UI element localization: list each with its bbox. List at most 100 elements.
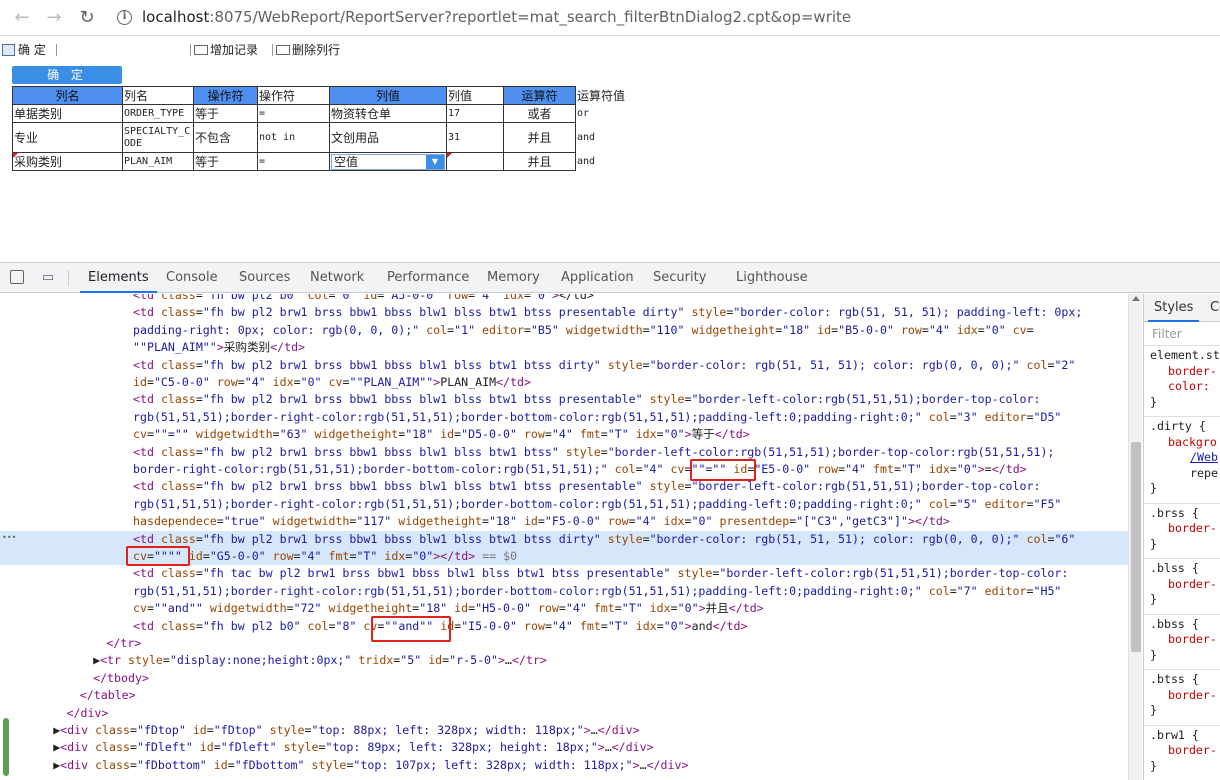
tab-divider: [68, 270, 69, 286]
dom-tree-line[interactable]: <td class="fh bw pl2 b0" col="0" id="A5-…: [0, 294, 1128, 304]
dom-tree-line[interactable]: ""PLAN_AIM"">采购类别</td>: [0, 339, 1128, 356]
url-host: localhost: [142, 8, 209, 26]
header-cell: 列名: [13, 87, 123, 105]
style-value[interactable]: repe: [1150, 466, 1220, 482]
style-property[interactable]: border-: [1150, 632, 1220, 648]
style-selector[interactable]: element.st: [1150, 348, 1220, 362]
style-property[interactable]: color:: [1150, 379, 1220, 395]
dom-tree-line[interactable]: cv=""and"" widgetwidth="72" widgetheight…: [0, 600, 1128, 617]
tab-network[interactable]: Network: [310, 270, 364, 285]
table-header-row: 列名 列名 操作符 操作符 列值 列值 运算符 运算符值: [13, 87, 632, 105]
dom-tree[interactable]: <td class="fh bw pl2 b0" col="0" id="A5-…: [0, 294, 1128, 780]
style-property[interactable]: border-: [1150, 743, 1220, 759]
operator-cell[interactable]: 等于: [194, 105, 258, 123]
dom-tree-line[interactable]: hasdependece="true" widgetwidth="117" wi…: [0, 513, 1128, 530]
add-row-icon: [194, 45, 208, 55]
tab-styles[interactable]: Styles: [1154, 300, 1193, 315]
dom-tree-line[interactable]: <td class="fh bw pl2 brw1 brss bbw1 bbss…: [0, 444, 1128, 461]
column-value-cell[interactable]: 空值▼: [330, 153, 447, 171]
back-arrow-icon[interactable]: ←: [10, 6, 34, 30]
style-selector[interactable]: .bbss {: [1150, 617, 1199, 631]
style-selector[interactable]: .btss {: [1150, 672, 1199, 686]
dom-tree-line[interactable]: </table>: [0, 687, 1128, 704]
dom-tree-line[interactable]: ▶<tr style="display:none;height:0px;" tr…: [0, 652, 1128, 669]
dom-tree-line[interactable]: rgb(51,51,51);border-right-color:rgb(51,…: [0, 496, 1128, 513]
tab-sources[interactable]: Sources: [239, 270, 290, 285]
filter-table: 列名 列名 操作符 操作符 列值 列值 运算符 运算符值 单据类别 ORDER_…: [12, 86, 632, 171]
style-selector[interactable]: .brw1 {: [1150, 728, 1199, 742]
reload-icon[interactable]: ↻: [75, 6, 99, 30]
dom-tree-line[interactable]: <td class="fh bw pl2 brw1 brss bbw1 bbss…: [0, 304, 1128, 321]
dom-tree-line[interactable]: rgb(51,51,51);border-right-color:rgb(51,…: [0, 583, 1128, 600]
dom-tree-line[interactable]: </tr>: [0, 635, 1128, 652]
tab-application[interactable]: Application: [561, 270, 634, 285]
operator-cell[interactable]: 不包含: [194, 123, 258, 153]
highlight-annotation-box: [371, 616, 451, 642]
dom-tree-line[interactable]: ▶<div class="fDleft" id="fDleft" style="…: [0, 739, 1128, 756]
chevron-down-icon[interactable]: ▼: [426, 155, 444, 169]
delete-row-button[interactable]: 删除列行: [276, 41, 340, 58]
add-record-button[interactable]: 增加记录: [194, 41, 258, 58]
column-name-cell[interactable]: 专业: [13, 123, 123, 153]
dom-tree-line[interactable]: </div>: [0, 705, 1128, 722]
column-value-cell[interactable]: 文创用品: [330, 123, 447, 153]
site-info-icon[interactable]: i: [117, 10, 132, 25]
operator-cell[interactable]: 等于: [194, 153, 258, 171]
dom-tree-scrollbar[interactable]: [1128, 294, 1142, 780]
dom-tree-line[interactable]: <td class="fh bw pl2 brw1 brss bbw1 bbss…: [0, 391, 1128, 408]
dom-tree-line[interactable]: <td class="fh bw pl2 brw1 brss bbw1 bbss…: [0, 357, 1128, 374]
tab-lighthouse[interactable]: Lighthouse: [736, 270, 808, 285]
style-selector[interactable]: .blss {: [1150, 561, 1199, 575]
tab-security[interactable]: Security: [653, 270, 706, 285]
scroll-up-icon[interactable]: [1132, 296, 1140, 301]
dom-tree-line[interactable]: ▶<div class="fDbottom" id="fDbottom" sty…: [0, 757, 1128, 774]
styles-tab-bar: Styles Co: [1144, 294, 1220, 322]
device-toolbar-icon[interactable]: ▭: [40, 270, 56, 286]
confirm-button[interactable]: 确 定: [12, 66, 122, 84]
toolbar-ok-button[interactable]: 确 定: [2, 41, 46, 58]
forward-arrow-icon[interactable]: →: [42, 6, 66, 30]
style-property[interactable]: border-: [1150, 577, 1220, 593]
style-property[interactable]: border-: [1150, 521, 1220, 537]
delete-row-icon: [276, 45, 290, 55]
styles-filter-input[interactable]: Filter: [1144, 322, 1220, 346]
node-actions-icon[interactable]: •••: [2, 529, 16, 546]
column-value-cell[interactable]: 物资转仓单: [330, 105, 447, 123]
scroll-thumb[interactable]: [1131, 442, 1141, 652]
style-property[interactable]: backgro: [1150, 435, 1220, 451]
column-name-cell[interactable]: 单据类别: [13, 105, 123, 123]
tab-elements[interactable]: Elements: [88, 270, 149, 285]
logic-operator-cell[interactable]: 并且: [504, 123, 576, 153]
column-name-cell[interactable]: 采购类别: [13, 153, 123, 171]
tab-performance[interactable]: Performance: [387, 270, 469, 285]
dom-tree-line[interactable]: <td class="fh tac bw pl2 brw1 brss bbw1 …: [0, 565, 1128, 582]
dom-tree-line[interactable]: <td class="fh bw pl2 brw1 brss bbw1 bbss…: [0, 478, 1128, 495]
url-field[interactable]: localhost:8075/WebReport/ReportServer?re…: [142, 8, 851, 26]
dom-tree-line[interactable]: ▶<div class="fDtop" id="fDtop" style="to…: [0, 722, 1128, 739]
tab-computed[interactable]: Co: [1210, 300, 1220, 315]
dom-tree-line[interactable]: cv=""="" widgetwidth="63" widgetheight="…: [0, 426, 1128, 443]
logic-operator-cell[interactable]: 并且: [504, 153, 576, 171]
tab-console[interactable]: Console: [166, 270, 218, 285]
style-resource-link[interactable]: /Web: [1150, 450, 1220, 466]
ok-icon: [2, 44, 15, 56]
style-rule: .bbss {border-}: [1144, 615, 1220, 671]
add-record-label: 增加记录: [210, 43, 258, 57]
dom-tree-line[interactable]: id="C5-0-0" row="4" idx="0" cv=""PLAN_AI…: [0, 374, 1128, 391]
column-value-code-cell: 17: [447, 105, 504, 123]
inspect-element-icon[interactable]: [10, 270, 24, 284]
dom-tree-line[interactable]: <td class="fh bw pl2 b0" col="8" cv=""an…: [0, 618, 1128, 635]
style-selector[interactable]: .brss {: [1150, 506, 1199, 520]
style-selector[interactable]: .dirty {: [1150, 419, 1206, 433]
dom-tree-line[interactable]: rgb(51,51,51);border-right-color:rgb(51,…: [0, 409, 1128, 426]
dom-tree-line[interactable]: </tbody>: [0, 670, 1128, 687]
style-rule: .blss {border-}: [1144, 559, 1220, 615]
style-property[interactable]: border-: [1150, 364, 1220, 380]
logic-operator-cell[interactable]: 或者: [504, 105, 576, 123]
column-value-select[interactable]: 空值▼: [331, 154, 445, 170]
tab-memory[interactable]: Memory: [487, 270, 540, 285]
style-property[interactable]: border-: [1150, 688, 1220, 704]
dom-tree-line[interactable]: padding-right: 0px; color: rgb(0, 0, 0);…: [0, 322, 1128, 339]
dom-tree-line[interactable]: border-right-color:rgb(51,51,51);border-…: [0, 461, 1128, 478]
toolbar-divider: [56, 44, 57, 56]
